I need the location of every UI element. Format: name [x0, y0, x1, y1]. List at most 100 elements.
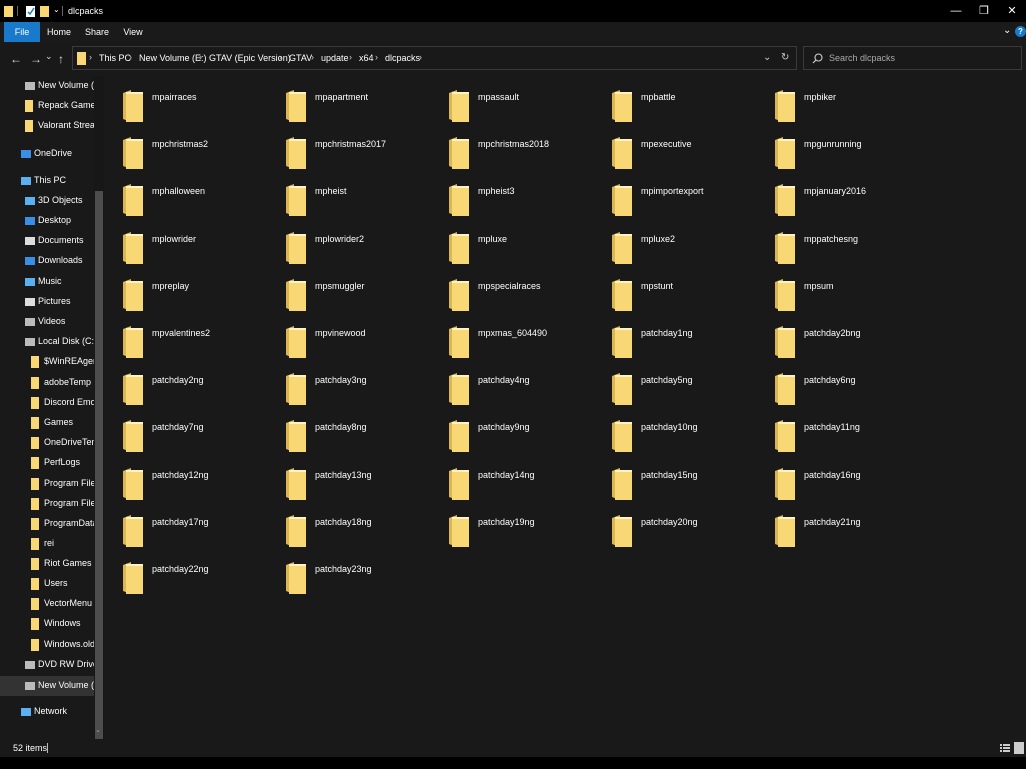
folder-item[interactable]: mpbattle [611, 86, 761, 126]
folder-item[interactable]: mpreplay [122, 275, 272, 315]
folder-item[interactable]: patchday16ng [774, 464, 924, 504]
quick-access-dropdown-icon[interactable]: ⌄ [53, 5, 60, 14]
breadcrumb-new-volume[interactable]: New Volume (E:) [139, 53, 207, 63]
folder-item[interactable]: patchday18ng [285, 511, 435, 551]
sidebar-item-users[interactable]: Users [0, 574, 94, 594]
folder-item[interactable]: mppatchesng [774, 228, 924, 268]
sidebar-scrollbar-thumb[interactable] [95, 191, 103, 769]
breadcrumb-separator-icon[interactable]: › [375, 52, 378, 62]
sidebar-item-games[interactable]: Games [0, 413, 94, 433]
breadcrumb-separator-icon[interactable]: › [279, 52, 282, 62]
folder-item[interactable]: mpchristmas2018 [448, 133, 598, 173]
address-bar[interactable]: › This PC › New Volume (E:) › GTAV (Epic… [72, 46, 797, 70]
breadcrumb-update[interactable]: update [321, 53, 349, 63]
folder-item[interactable]: patchday12ng [122, 464, 272, 504]
folder-item[interactable]: patchday1ng [611, 322, 761, 362]
minimize-button[interactable]: — [942, 0, 970, 22]
properties-icon[interactable] [26, 5, 35, 17]
close-button[interactable]: ✕ [998, 0, 1026, 22]
folder-item[interactable]: mphalloween [122, 180, 272, 220]
sidebar-item-dvd-rw-drive-d[interactable]: DVD RW Drive (D [0, 655, 94, 675]
breadcrumb-separator-icon[interactable]: › [89, 52, 92, 62]
sidebar-item-adobetemp[interactable]: adobeTemp [0, 373, 94, 393]
folder-item[interactable]: patchday19ng [448, 511, 598, 551]
breadcrumb-separator-icon[interactable]: › [419, 52, 422, 62]
sidebar-item-downloads[interactable]: Downloads [0, 251, 94, 271]
folder-item[interactable]: patchday9ng [448, 416, 598, 456]
sidebar-item-valorant-stream[interactable]: Valorant Stream [0, 116, 94, 136]
folder-item[interactable]: patchday10ng [611, 416, 761, 456]
folder-item[interactable]: mpsum [774, 275, 924, 315]
up-button[interactable]: ↑ [58, 52, 64, 66]
folder-item[interactable]: patchday6ng [774, 369, 924, 409]
folder-item[interactable]: patchday23ng [285, 558, 435, 598]
folder-item[interactable]: patchday21ng [774, 511, 924, 551]
new-folder-icon[interactable] [40, 5, 49, 17]
folder-item[interactable]: mpluxe [448, 228, 598, 268]
address-dropdown-button[interactable]: ⌄ [763, 52, 771, 63]
breadcrumb-this-pc[interactable]: This PC [99, 53, 131, 63]
folder-item[interactable]: mpvinewood [285, 322, 435, 362]
sidebar-item-repack-games[interactable]: Repack Games [0, 96, 94, 116]
breadcrumb-gtav[interactable]: GTAV [289, 53, 312, 63]
sidebar-item-onedrive[interactable]: OneDrive [0, 144, 94, 164]
folder-item[interactable]: mpstunt [611, 275, 761, 315]
sidebar-item-vectormenu[interactable]: VectorMenu [0, 594, 94, 614]
sidebar-item-pictures[interactable]: Pictures [0, 292, 94, 312]
folder-item[interactable]: mpxmas_604490 [448, 322, 598, 362]
folder-item[interactable]: mpexecutive [611, 133, 761, 173]
breadcrumb-separator-icon[interactable]: › [349, 52, 352, 62]
folder-item[interactable]: mpchristmas2 [122, 133, 272, 173]
breadcrumb-dlcpacks[interactable]: dlcpacks [385, 53, 420, 63]
folder-item[interactable]: patchday2bng [774, 322, 924, 362]
chevron-down-icon[interactable]: ⌄ [1003, 25, 1011, 36]
folder-item[interactable]: patchday14ng [448, 464, 598, 504]
folder-item[interactable]: mplowrider [122, 228, 272, 268]
sidebar-item-riot-games[interactable]: Riot Games [0, 554, 94, 574]
folder-item[interactable]: mpassault [448, 86, 598, 126]
back-button[interactable]: ← [10, 52, 22, 66]
folder-item[interactable]: mpheist3 [448, 180, 598, 220]
folder-item[interactable]: patchday13ng [285, 464, 435, 504]
folder-item[interactable]: patchday3ng [285, 369, 435, 409]
folder-item[interactable]: mpluxe2 [611, 228, 761, 268]
folder-item[interactable]: patchday15ng [611, 464, 761, 504]
folder-item[interactable]: patchday2ng [122, 369, 272, 409]
folder-item[interactable]: patchday8ng [285, 416, 435, 456]
folder-item[interactable]: mpsmuggler [285, 275, 435, 315]
refresh-button[interactable]: ↻ [781, 52, 789, 63]
sidebar-item-programdata[interactable]: ProgramData [0, 514, 94, 534]
folder-item[interactable]: mplowrider2 [285, 228, 435, 268]
large-icons-view-icon[interactable] [1014, 742, 1024, 754]
folder-item[interactable]: mpgunrunning [774, 133, 924, 173]
folder-item[interactable]: patchday5ng [611, 369, 761, 409]
folder-item[interactable]: mpvalentines2 [122, 322, 272, 362]
sidebar-item-new-volume-e[interactable]: New Volume (E:) [0, 676, 94, 696]
forward-button[interactable]: → [30, 52, 42, 66]
tab-share[interactable]: Share [78, 22, 116, 42]
folder-item[interactable]: patchday4ng [448, 369, 598, 409]
sidebar-item-this-pc[interactable]: This PC [0, 171, 94, 191]
restore-button[interactable]: ❐ [970, 0, 998, 22]
folder-item[interactable]: mpspecialraces [448, 275, 598, 315]
sidebar-item-windows[interactable]: Windows [0, 614, 94, 634]
sidebar-item-local-disk-c[interactable]: Local Disk (C:) [0, 332, 94, 352]
tab-home[interactable]: Home [40, 22, 78, 42]
sidebar-item-3d-objects[interactable]: 3D Objects [0, 191, 94, 211]
recent-locations-button[interactable]: ⌄ [45, 51, 53, 62]
folder-item[interactable]: mpjanuary2016 [774, 180, 924, 220]
sidebar-item-new-volume-e[interactable]: New Volume (E:) [0, 76, 94, 96]
folder-item[interactable]: mpheist [285, 180, 435, 220]
sidebar-item-network[interactable]: Network [0, 702, 94, 722]
folder-item[interactable]: mpairraces [122, 86, 272, 126]
folder-item[interactable]: patchday17ng [122, 511, 272, 551]
details-view-icon[interactable] [1000, 743, 1010, 753]
sidebar-item-videos[interactable]: Videos [0, 312, 94, 332]
help-button[interactable]: ? [1015, 26, 1026, 37]
sidebar-item-windows-old[interactable]: Windows.old [0, 635, 94, 655]
tab-file[interactable]: File [4, 22, 40, 42]
sidebar-item-music[interactable]: Music [0, 272, 94, 292]
breadcrumb-separator-icon[interactable]: › [311, 52, 314, 62]
tab-view[interactable]: View [116, 22, 150, 42]
scroll-down-icon[interactable]: ⌄ [95, 726, 101, 734]
